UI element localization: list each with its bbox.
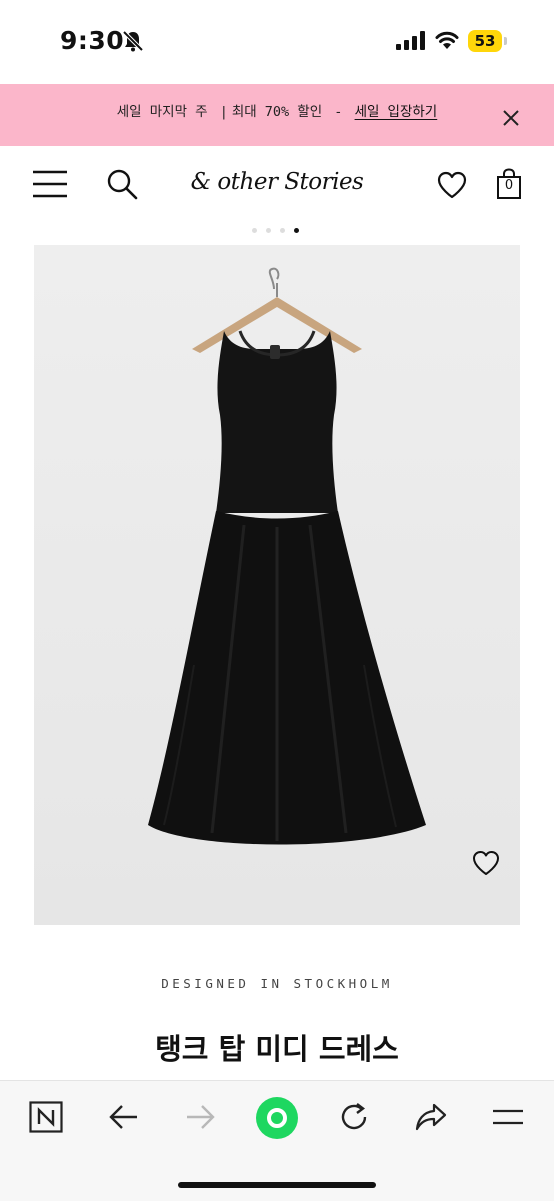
- bag-count: 0: [504, 178, 514, 193]
- wishlist-heart-icon[interactable]: [472, 850, 500, 876]
- promo-dash: -: [334, 104, 343, 120]
- close-icon[interactable]: [499, 106, 523, 130]
- signal-icon: [396, 31, 425, 50]
- forward-arrow-icon: [187, 1105, 215, 1129]
- battery-tip: [504, 37, 507, 45]
- battery-level: 53: [468, 30, 502, 52]
- product-title: 탱크 탑 미디 드레스: [155, 1032, 399, 1066]
- dress-illustration: [34, 245, 520, 925]
- menu-icon[interactable]: [33, 170, 67, 198]
- product-image[interactable]: [34, 245, 520, 925]
- carousel-dot-active[interactable]: [294, 228, 299, 233]
- carousel-dot[interactable]: [280, 228, 285, 233]
- home-green-icon[interactable]: [255, 1096, 299, 1140]
- search-icon[interactable]: [106, 168, 138, 200]
- promo-text-line: 세일 마지막 주 | 최대 70% 할인 - 세일 입장하기: [0, 84, 554, 146]
- promo-banner: 세일 마지막 주 | 최대 70% 할인 - 세일 입장하기: [0, 84, 554, 146]
- brand-logo-text: & other Stories: [190, 169, 364, 195]
- bell-slash-icon: [122, 30, 144, 52]
- brand-logo[interactable]: & other Stories: [186, 165, 368, 205]
- status-bar: 9:30 53: [0, 0, 554, 84]
- naver-n-icon[interactable]: [29, 1101, 63, 1133]
- wifi-icon: [435, 31, 459, 49]
- promo-sale-link[interactable]: 세일 입장하기: [355, 104, 438, 120]
- reload-icon[interactable]: [337, 1100, 371, 1134]
- battery-icon: 53: [468, 30, 507, 52]
- heart-icon[interactable]: [437, 171, 467, 199]
- promo-discount: 최대 70% 할인: [231, 104, 323, 120]
- promo-text: 세일 마지막 주: [116, 104, 208, 120]
- promo-separator: |: [219, 104, 228, 120]
- status-time: 9:30: [60, 26, 125, 55]
- carousel-dot[interactable]: [252, 228, 257, 233]
- designed-in-label: DESIGNED IN STOCKHOLM: [161, 976, 393, 991]
- share-icon[interactable]: [414, 1100, 448, 1134]
- back-arrow-icon[interactable]: [108, 1102, 140, 1132]
- carousel-dots[interactable]: [252, 228, 312, 234]
- menu-icon[interactable]: [492, 1106, 524, 1128]
- home-indicator[interactable]: [178, 1182, 376, 1188]
- carousel-dot[interactable]: [266, 228, 271, 233]
